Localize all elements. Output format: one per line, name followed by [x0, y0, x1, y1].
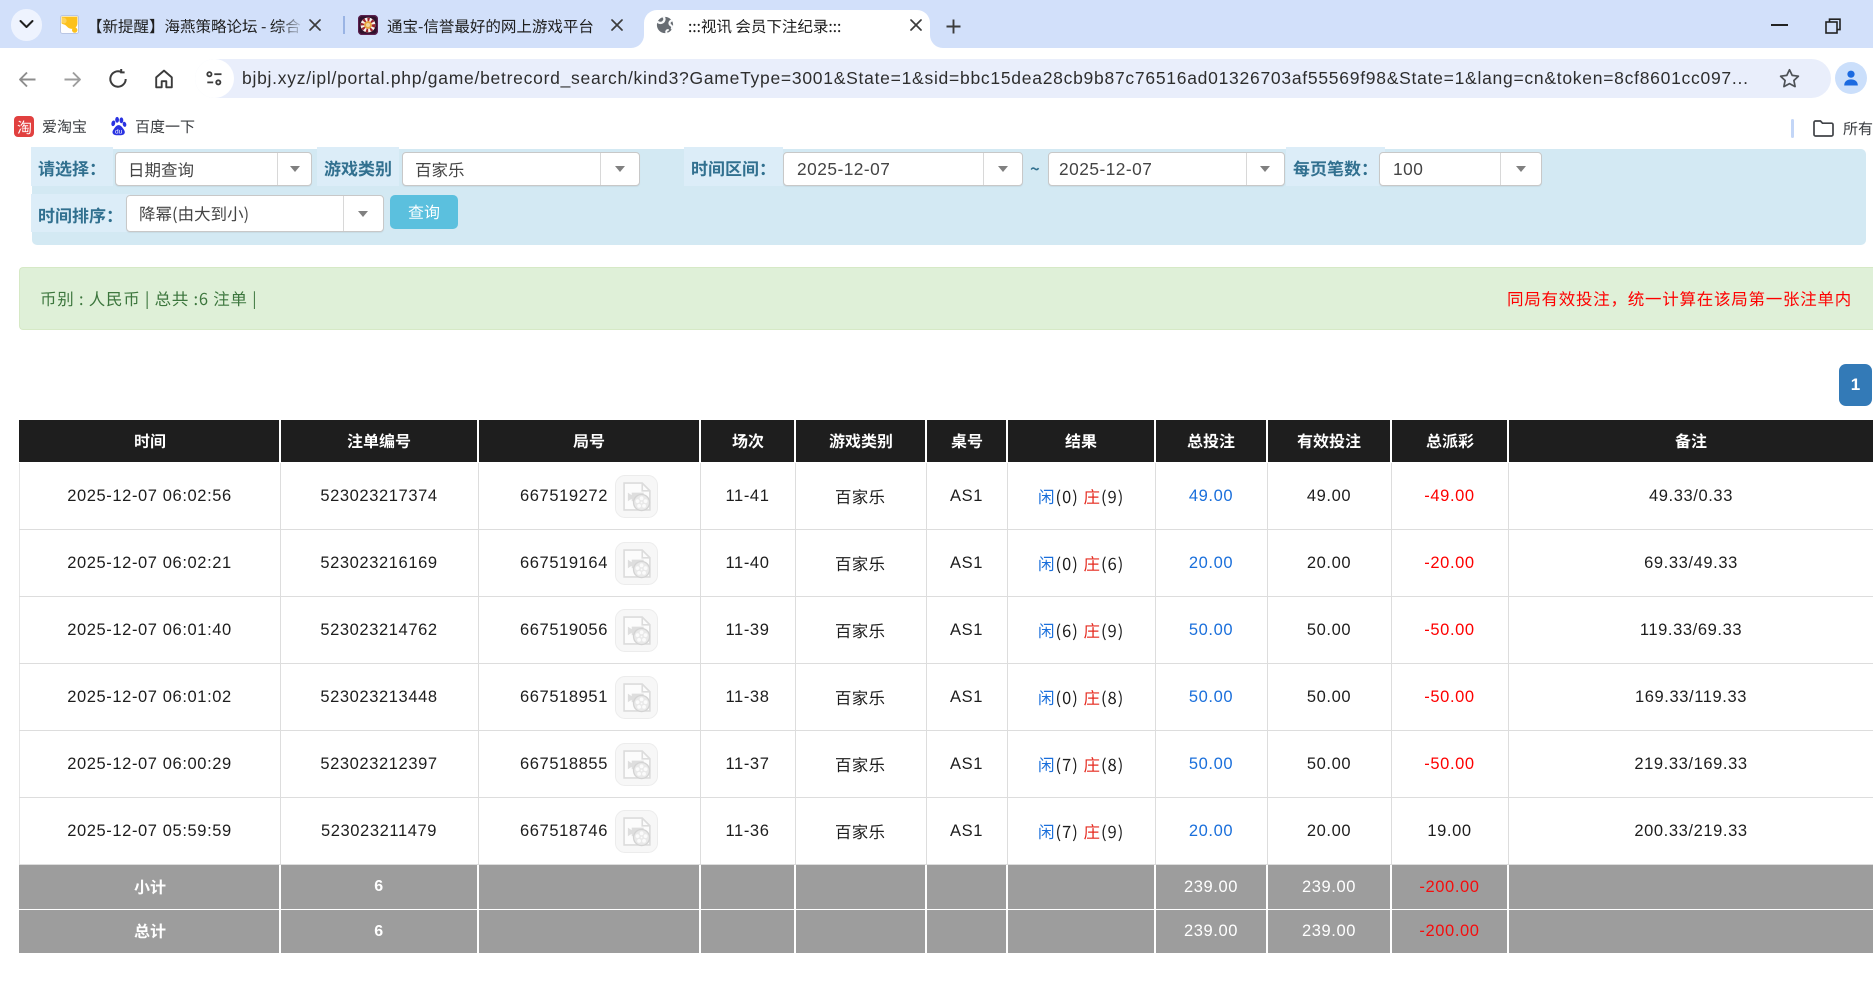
- svg-text:du: du: [115, 128, 123, 135]
